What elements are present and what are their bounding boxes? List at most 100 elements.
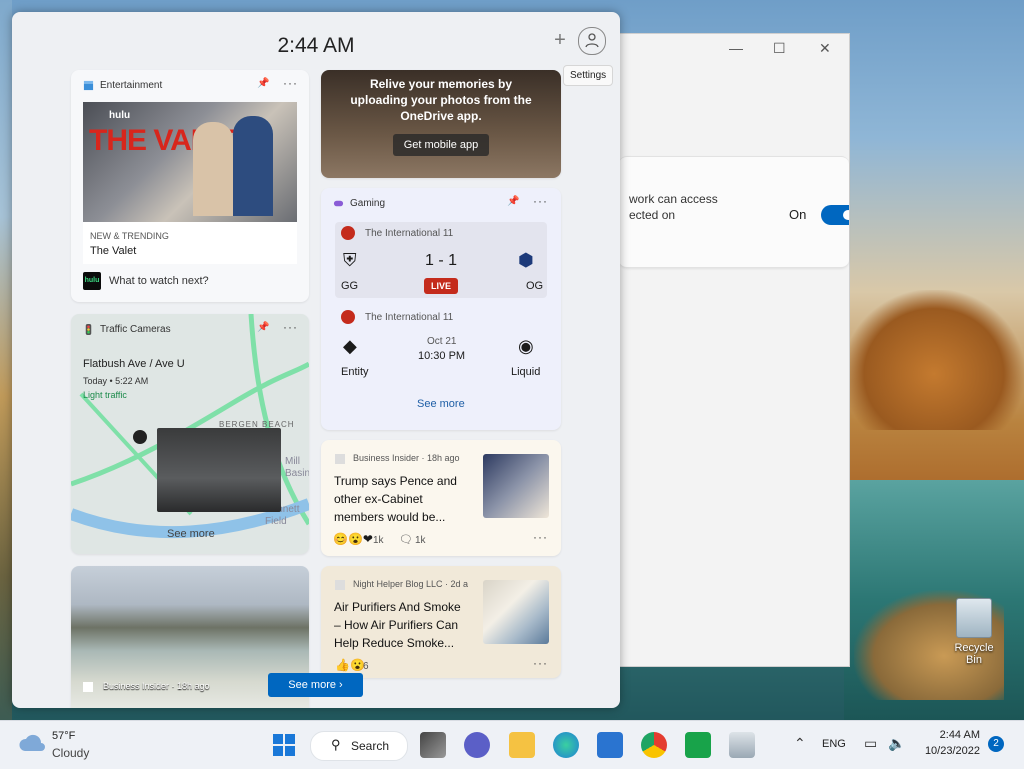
weather-temp[interactable]: 57°F <box>52 730 75 742</box>
traffic-card[interactable]: Traffic Cameras 📌 ··· Flatbush Ave / Ave… <box>71 314 309 554</box>
settings-tooltip: Settings <box>563 65 614 86</box>
pin-icon[interactable]: 📌 <box>257 78 269 89</box>
more-options-icon[interactable]: ··· <box>533 656 548 670</box>
news-1-comments: 1k <box>415 535 426 546</box>
entertainment-caption: NEW & TRENDING The Valet <box>83 222 297 264</box>
taskbar: 57°F Cloudy ⚲ Search ⌃ ENG ▭ 🔈 2:44 AM 1… <box>0 720 1024 769</box>
widgets-panel: 2:44 AM + Settings Entertainment 📌 ··· h… <box>12 12 620 708</box>
ti-logo-icon <box>341 310 355 324</box>
og-logo-icon: ⬢ <box>518 250 534 270</box>
taskbar-date[interactable]: 10/23/2022 <box>916 745 980 757</box>
reactions-icon[interactable]: 😊😮❤ <box>333 532 373 546</box>
entertainment-card[interactable]: Entertainment 📌 ··· hulu THE VALET NEW &… <box>71 70 309 302</box>
liquid-logo-icon: ◉ <box>518 336 534 356</box>
more-options-icon[interactable]: ··· <box>533 194 548 208</box>
team-c: Entity <box>341 366 369 378</box>
task-view-icon[interactable] <box>420 732 446 758</box>
trending-label: NEW & TRENDING <box>90 231 169 241</box>
search-label: Search <box>351 739 390 753</box>
news-card-1[interactable]: Business Insider · 18h ago Trump says Pe… <box>321 440 561 556</box>
settings-toggle[interactable] <box>821 205 849 225</box>
match-2[interactable]: The International 11 ◆ Oct 21 10:30 PM ◉… <box>335 306 547 386</box>
language-indicator[interactable]: ENG <box>822 738 846 750</box>
headline-line: Help Reduce Smoke... <box>334 636 455 650</box>
news-1-reactions: 1k <box>373 535 384 546</box>
valet-poster[interactable]: hulu THE VALET <box>83 102 297 222</box>
settings-text-1: work can access <box>629 192 718 206</box>
recycle-bin-icon <box>956 598 992 638</box>
map-label-mill-basin: Mill Basin <box>285 456 309 479</box>
recycle-bin[interactable]: Recycle Bin <box>948 598 1000 666</box>
search-box[interactable]: ⚲ Search <box>310 731 408 761</box>
chevron-up-icon[interactable]: ⌃ <box>794 735 806 752</box>
add-widget-icon[interactable]: + <box>548 29 572 53</box>
live-badge: LIVE <box>424 278 458 294</box>
entity-logo-icon: ◆ <box>343 336 357 356</box>
reactions-icon[interactable]: 👍😮 <box>335 658 365 672</box>
entertainment-title: Entertainment <box>100 80 163 91</box>
news-1-headline[interactable]: Trump says Pence and other ex-Cabinet me… <box>334 472 479 526</box>
news-2-thumbnail[interactable] <box>483 580 549 644</box>
more-options-icon[interactable]: ··· <box>533 530 548 544</box>
volume-icon[interactable]: 🔈 <box>888 735 905 752</box>
match-1[interactable]: The International 11 ⛨ 1 - 1 ⬢ GG LIVE O… <box>335 222 547 298</box>
photo-card-source: Business Insider · 18h ago <box>103 681 210 691</box>
more-options-icon[interactable]: ··· <box>283 76 298 90</box>
poster-figure <box>233 116 273 216</box>
recycle-app-icon[interactable] <box>729 732 755 758</box>
phone-link-icon[interactable] <box>685 732 711 758</box>
team-b: OG <box>526 280 544 292</box>
headline-line: – How Air Purifiers Can <box>334 618 459 632</box>
panel-clock: 2:44 AM <box>277 34 355 57</box>
weather-desc[interactable]: Cloudy <box>52 746 89 760</box>
team-a: GG <box>341 280 359 292</box>
traffic-status: Light traffic <box>83 390 127 400</box>
traffic-location: Flatbush Ave / Ave U <box>83 358 185 370</box>
onedrive-line-2: uploading your photos from the <box>350 93 532 107</box>
comment-icon[interactable]: 🗨 <box>399 533 413 546</box>
headline-line: Air Purifiers And Smoke <box>334 600 461 614</box>
edge-icon[interactable] <box>553 732 579 758</box>
toggle-label: On <box>789 207 807 222</box>
file-explorer-icon[interactable] <box>509 732 535 758</box>
camera-snapshot[interactable] <box>157 428 281 512</box>
profile-icon[interactable] <box>578 27 606 55</box>
cloud-icon[interactable] <box>18 733 46 753</box>
news-1-thumbnail[interactable] <box>483 454 549 518</box>
chat-icon[interactable] <box>464 732 490 758</box>
minimize-icon[interactable]: — <box>729 40 743 56</box>
notification-badge[interactable]: 2 <box>988 736 1004 752</box>
source-logo-icon <box>335 580 345 590</box>
pin-icon[interactable]: 📌 <box>507 196 519 207</box>
close-icon[interactable]: ✕ <box>819 40 831 57</box>
get-mobile-app-button[interactable]: Get mobile app <box>393 134 489 156</box>
network-icon[interactable]: ▭ <box>864 735 877 752</box>
chrome-icon[interactable] <box>641 732 667 758</box>
news-2-reactions: 6 <box>363 661 369 672</box>
news-2-headline[interactable]: Air Purifiers And Smoke – How Air Purifi… <box>334 598 479 652</box>
clapperboard-icon <box>83 80 94 91</box>
onedrive-card[interactable]: Relive your memories by uploading your p… <box>321 70 561 178</box>
hulu-logo: hulu <box>83 272 101 290</box>
settings-card: work can access ected on On <box>619 156 849 268</box>
see-more-button[interactable]: See more › <box>268 673 363 697</box>
show-title: The Valet <box>90 245 137 257</box>
start-icon[interactable] <box>271 732 297 758</box>
taskbar-time[interactable]: 2:44 AM <box>916 729 980 741</box>
ti-logo-icon <box>341 226 355 240</box>
match-2-event: The International 11 <box>365 312 454 323</box>
maximize-icon[interactable]: ☐ <box>773 40 786 57</box>
store-icon[interactable] <box>597 732 623 758</box>
watch-next-link[interactable]: What to watch next? <box>109 275 209 287</box>
onedrive-message: Relive your memories by uploading your p… <box>321 76 561 124</box>
camera-pin-icon[interactable] <box>133 430 147 444</box>
news-card-2[interactable]: Night Helper Blog LLC · 2d a Air Purifie… <box>321 566 561 678</box>
gamepad-icon <box>333 200 344 207</box>
gaming-title: Gaming <box>350 198 386 209</box>
settings-window: — ☐ ✕ work can access ected on On <box>610 33 850 667</box>
gaming-card[interactable]: Gaming 📌 ··· The International 11 ⛨ 1 - … <box>321 188 561 430</box>
gaming-see-more[interactable]: See more <box>417 398 465 410</box>
gg-logo-icon: ⛨ <box>343 250 357 270</box>
traffic-see-more[interactable]: See more <box>167 528 215 540</box>
recycle-bin-label: Recycle Bin <box>954 642 994 666</box>
